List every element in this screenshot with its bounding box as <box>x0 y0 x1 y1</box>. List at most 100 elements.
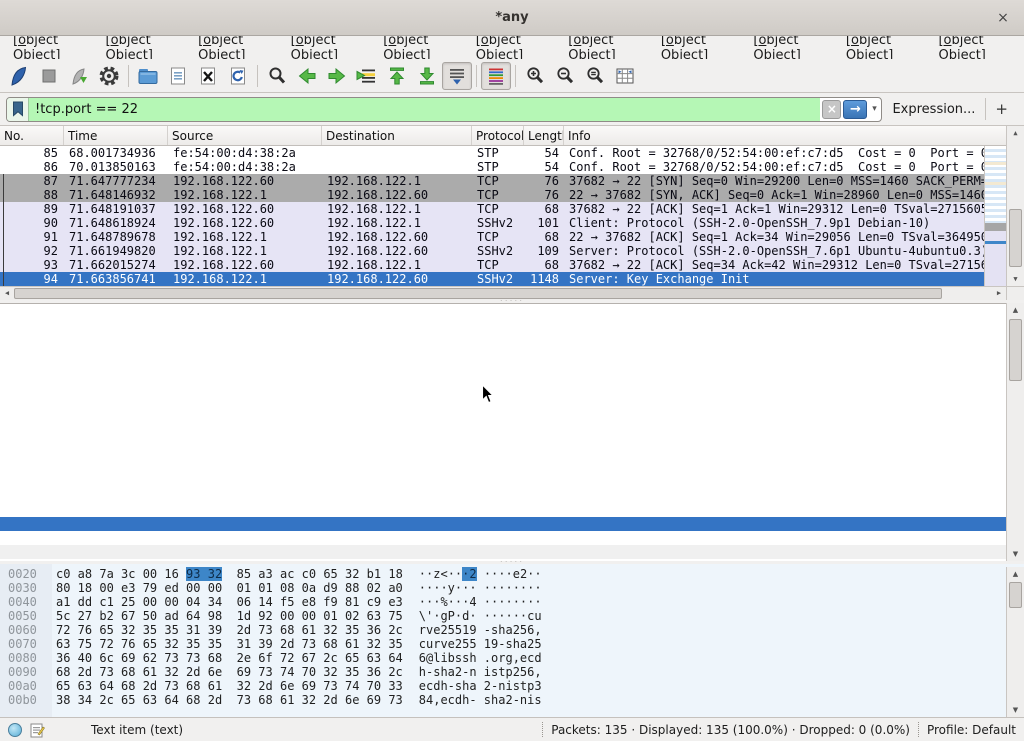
packet-row[interactable]: 93 71.662015274 192.168.122.60 192.168.1… <box>0 258 1024 272</box>
zoom-in-icon[interactable] <box>520 62 550 90</box>
close-file-icon[interactable] <box>193 62 223 90</box>
go-forward-icon[interactable] <box>322 62 352 90</box>
filter-bookmark-icon[interactable] <box>7 98 29 121</box>
detail-line[interactable]: Window size value: 227 <box>0 405 1024 419</box>
detail-line[interactable]: ▾SSH Protocol <box>0 545 1024 559</box>
ascii-bytes-highlighted: ·2 <box>462 567 476 581</box>
zoom-out-icon[interactable] <box>550 62 580 90</box>
detail-line[interactable]: TCP payload (1080 bytes) <box>0 531 1024 545</box>
column-header-no[interactable]: No. <box>0 126 64 145</box>
detail-line[interactable]: [Window size scaling factor: 128] <box>0 433 1024 447</box>
packet-row[interactable]: 94 71.663856741 192.168.122.1 192.168.12… <box>0 272 1024 286</box>
scroll-down-icon[interactable]: ▼ <box>1007 272 1024 286</box>
open-file-icon[interactable] <box>133 62 163 90</box>
packet-minimap[interactable] <box>984 146 1006 286</box>
scroll-thumb[interactable] <box>1009 209 1022 267</box>
go-last-icon[interactable] <box>412 62 442 90</box>
detail-line[interactable]: [Next sequence number: 1122 (relative se… <box>0 349 1024 363</box>
packet-list-hscrollbar[interactable]: ◀ ▶ <box>0 286 1006 300</box>
resize-columns-icon[interactable] <box>610 62 640 90</box>
packet-row[interactable]: 92 71.661949820 192.168.122.1 192.168.12… <box>0 244 1024 258</box>
scroll-down-icon[interactable]: ▼ <box>1007 703 1024 717</box>
hex-row[interactable]: 0070 63 75 72 76 65 32 35 35 31 39 2d 73… <box>0 637 1024 651</box>
capture-comment-icon[interactable] <box>30 722 45 738</box>
detail-line[interactable]: ▸SSH Version 2 (encryption:chacha20_poly… <box>0 559 1024 561</box>
save-file-icon[interactable] <box>163 62 193 90</box>
hex-row[interactable]: 0080 36 40 6c 69 62 73 73 68 2e 6f 72 67… <box>0 651 1024 665</box>
detail-line[interactable]: ▸[Timestamps] <box>0 517 1024 531</box>
detail-line[interactable]: ▸Flags: 0x018 (PSH, ACK) <box>0 391 1024 405</box>
column-header-destination[interactable]: Destination <box>322 126 472 145</box>
packet-list-vscrollbar[interactable]: ▲ ▼ <box>1006 126 1024 286</box>
packet-row[interactable]: 85 68.001734936 fe:54:00:d4:38:2a STP 54… <box>0 146 1024 160</box>
detail-line[interactable]: Checksum: 0x79ed [unverified] <box>0 447 1024 461</box>
go-back-icon[interactable] <box>292 62 322 90</box>
packet-row[interactable]: 86 70.013850163 fe:54:00:d4:38:2a STP 54… <box>0 160 1024 174</box>
scroll-right-icon[interactable]: ▶ <box>992 287 1006 300</box>
detail-line[interactable]: Sequence number: 42 (relative sequence n… <box>0 335 1024 349</box>
title-bar[interactable]: *any × <box>0 0 1024 36</box>
scroll-thumb[interactable] <box>1009 319 1022 381</box>
packet-row[interactable]: 87 71.647777234 192.168.122.60 192.168.1… <box>0 174 1024 188</box>
auto-scroll-icon[interactable] <box>442 62 472 90</box>
hex-row[interactable]: 00a0 65 63 64 68 2d 73 68 61 32 2d 6e 69… <box>0 679 1024 693</box>
filter-apply-icon[interactable]: → <box>843 100 867 119</box>
packet-row[interactable]: 88 71.648146932 192.168.122.1 192.168.12… <box>0 188 1024 202</box>
stop-capture-icon[interactable] <box>34 62 64 90</box>
detail-line[interactable]: [Calculated window size: 29056] <box>0 419 1024 433</box>
detail-line[interactable]: [Checksum Status: Unverified] <box>0 461 1024 475</box>
hex-row[interactable]: 0020 c0 a8 7a 3c 00 16 93 32 85 a3 ac c0… <box>0 567 1024 581</box>
packet-row[interactable]: 90 71.648618924 192.168.122.60 192.168.1… <box>0 216 1024 230</box>
filter-dropdown-icon[interactable]: ▾ <box>867 104 881 114</box>
start-capture-icon[interactable] <box>4 62 34 90</box>
filter-clear-icon[interactable]: × <box>822 100 841 119</box>
go-first-icon[interactable] <box>382 62 412 90</box>
hex-offset: 00b0 <box>8 693 48 707</box>
column-header-source[interactable]: Source <box>168 126 322 145</box>
detail-line[interactable]: ▸Options: (12 bytes), No-Operation (NOP)… <box>0 489 1024 503</box>
hex-row[interactable]: 0060 72 76 65 32 35 35 31 39 2d 73 68 61… <box>0 623 1024 637</box>
column-header-length[interactable]: Length <box>524 126 564 145</box>
close-window-button[interactable]: × <box>994 9 1012 27</box>
scroll-left-icon[interactable]: ◀ <box>0 287 14 300</box>
detail-line[interactable]: Acknowledgment number: 34 (relative ack … <box>0 363 1024 377</box>
reload-file-icon[interactable] <box>223 62 253 90</box>
bytes-vscrollbar[interactable]: ▲ ▼ <box>1006 567 1024 717</box>
detail-line[interactable]: Urgent pointer: 0 <box>0 475 1024 489</box>
colorize-icon[interactable] <box>481 62 511 90</box>
restart-capture-icon[interactable] <box>64 62 94 90</box>
details-vscrollbar[interactable]: ▲ ▼ <box>1006 303 1024 561</box>
hex-row[interactable]: 00b0 38 34 2c 65 63 64 68 2d 73 68 61 32… <box>0 693 1024 707</box>
scroll-up-icon[interactable]: ▲ <box>1007 567 1024 581</box>
hex-row[interactable]: 0040 a1 dd c1 25 00 00 04 34 06 14 f5 e8… <box>0 595 1024 609</box>
column-header-protocol[interactable]: Protocol <box>472 126 524 145</box>
expression-button[interactable]: Expression... <box>882 102 985 117</box>
scroll-up-icon[interactable]: ▲ <box>1007 126 1024 140</box>
column-header-info[interactable]: Info <box>564 126 1024 145</box>
scroll-thumb[interactable] <box>14 288 942 299</box>
find-packet-icon[interactable] <box>262 62 292 90</box>
detail-line[interactable]: [TCP Segment Len: 1080] <box>0 321 1024 335</box>
hex-row[interactable]: 0090 68 2d 73 68 61 32 2d 6e 69 73 74 70… <box>0 665 1024 679</box>
add-filter-button[interactable]: + <box>986 100 1018 118</box>
column-header-time[interactable]: Time <box>64 126 168 145</box>
expert-info-icon[interactable] <box>8 723 22 737</box>
detail-line[interactable]: [Stream index: 0] <box>0 307 1024 321</box>
display-filter-field[interactable] <box>7 98 820 121</box>
packet-row[interactable]: 91 71.648789678 192.168.122.1 192.168.12… <box>0 230 1024 244</box>
packet-row[interactable]: 89 71.648191037 192.168.122.60 192.168.1… <box>0 202 1024 216</box>
detail-line[interactable]: 1000 .... = Header Length: 32 bytes (8) <box>0 377 1024 391</box>
detail-line[interactable]: ▸[SEQ/ACK analysis] <box>0 503 1024 517</box>
scroll-up-icon[interactable]: ▲ <box>1007 303 1024 317</box>
capture-options-icon[interactable] <box>94 62 124 90</box>
packet-destination: 192.168.122.1 <box>322 216 472 230</box>
go-to-packet-icon[interactable] <box>352 62 382 90</box>
zoom-reset-icon[interactable] <box>580 62 610 90</box>
scroll-down-icon[interactable]: ▼ <box>1007 547 1024 561</box>
scroll-thumb[interactable] <box>1009 582 1022 608</box>
display-filter-input[interactable] <box>29 102 820 117</box>
hex-row[interactable]: 0050 5c 27 b2 67 50 ad 64 98 1d 92 00 00… <box>0 609 1024 623</box>
hex-row[interactable]: 0030 80 18 00 e3 79 ed 00 00 01 01 08 0a… <box>0 581 1024 595</box>
status-profile[interactable]: Profile: Default <box>927 723 1016 737</box>
packet-length: 76 <box>524 174 564 188</box>
